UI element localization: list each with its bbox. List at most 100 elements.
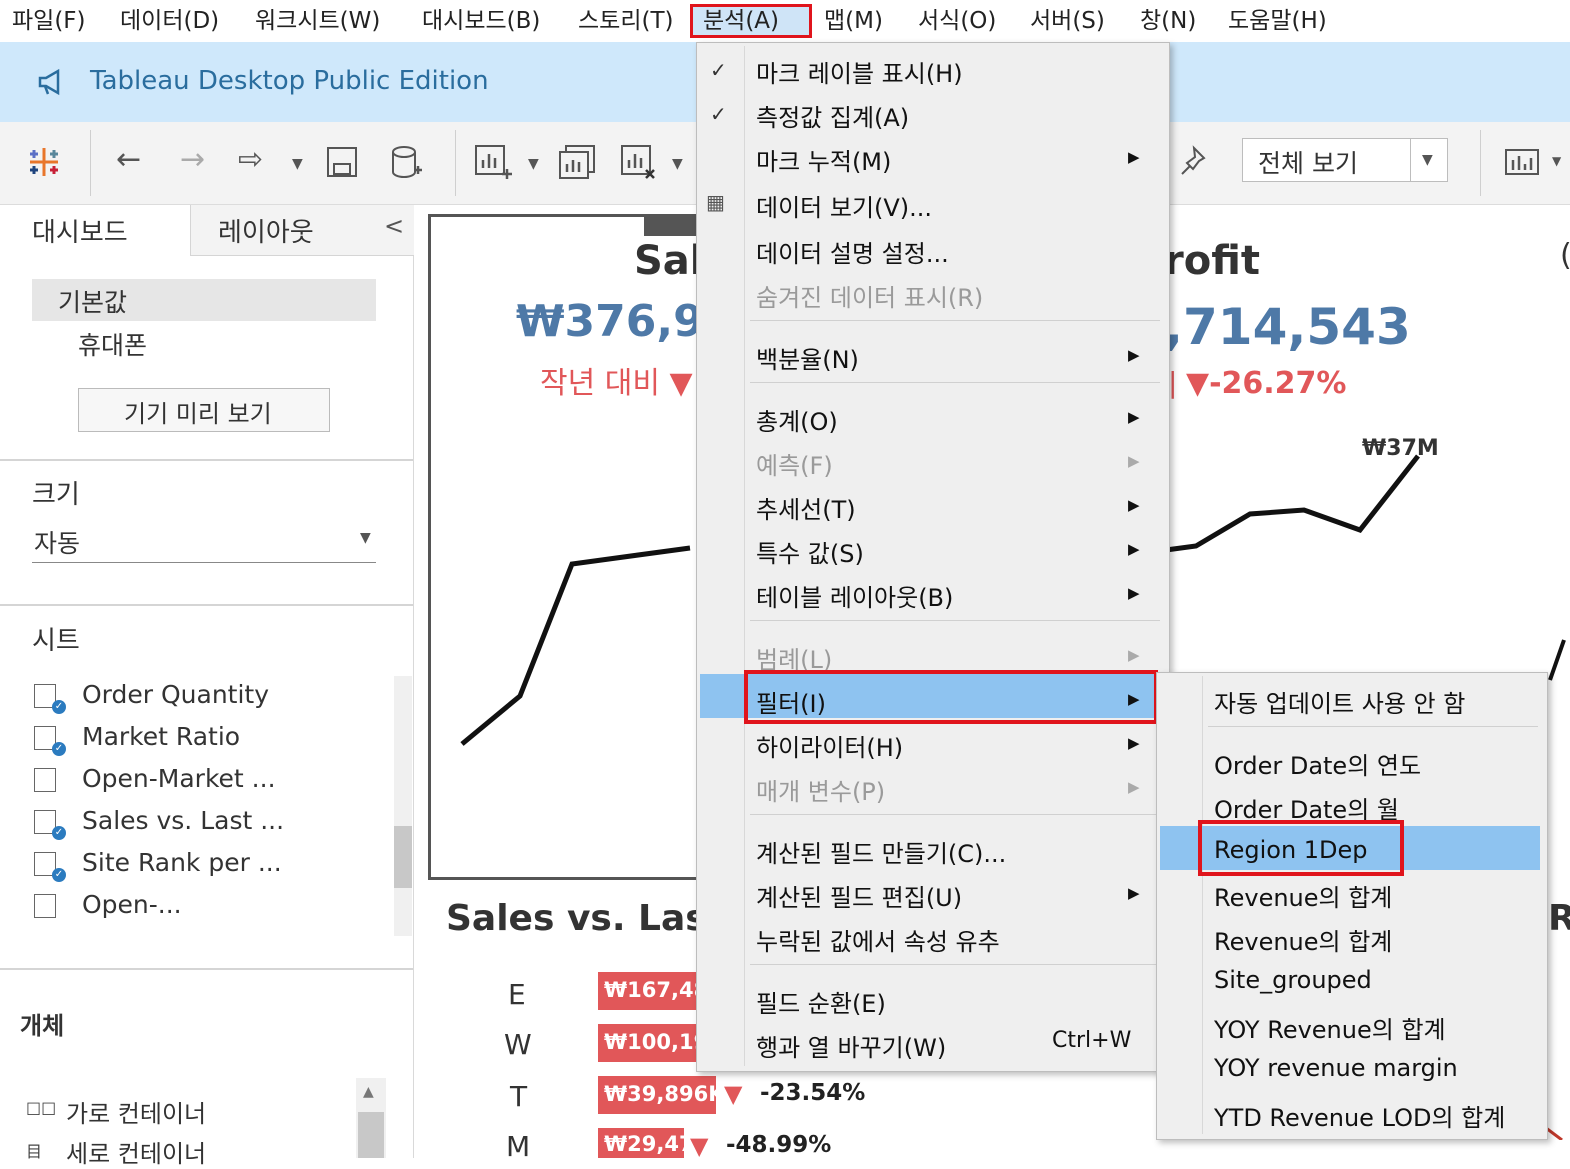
horizontal-container-icon: □□ [26, 1098, 57, 1117]
sales-trend-line [460, 545, 691, 746]
menu-item-parameters[interactable]: 매개 변수(P) [756, 772, 885, 807]
menu-item-cycle-fields[interactable]: 필드 순환(E) [756, 984, 886, 1019]
menu-item-swap-rows-columns[interactable]: 행과 열 바꾸기(W) [756, 1028, 946, 1063]
submenu-arrow-icon: ▶ [1128, 452, 1140, 470]
menu-story[interactable]: 스토리(T) [578, 4, 673, 38]
edge-line [1545, 1126, 1563, 1140]
filter-item-revenue-sum-2[interactable]: Revenue의 합계 [1214, 922, 1392, 957]
filter-item-yoy-revenue-sum[interactable]: YOY Revenue의 합계 [1214, 1010, 1446, 1045]
size-select-underline [32, 562, 376, 563]
bottom-right-title: R [1548, 898, 1570, 939]
sheet-icon [34, 768, 56, 792]
menu-worksheet[interactable]: 워크시트(W) [255, 4, 380, 38]
menu-format[interactable]: 서식(O) [918, 4, 996, 38]
shortcut-ctrl-w: Ctrl+W [1052, 1028, 1132, 1053]
submenu-arrow-icon: ▶ [1128, 408, 1140, 426]
bar-pct: -48.99% [726, 1132, 832, 1158]
chevron-down-icon[interactable]: ▼ [672, 144, 683, 184]
chevron-down-icon[interactable]: ▼ [1552, 154, 1561, 168]
menu-help[interactable]: 도움말(H) [1228, 4, 1327, 38]
menu-item-show-mark-labels[interactable]: 마크 레이블 표시(H) [756, 54, 963, 89]
bar-value: ₩100,19 [604, 1030, 709, 1054]
menu-server[interactable]: 서버(S) [1030, 4, 1105, 38]
menu-item-highlighters[interactable]: 하이라이터(H) [756, 728, 903, 763]
menu-analysis[interactable]: 분석(A) [690, 4, 812, 38]
object-vertical-container[interactable]: 세로 컨테이너 [66, 1134, 206, 1169]
sheets-scrollbar-thumb[interactable] [394, 826, 412, 888]
chevron-down-icon[interactable]: ▼ [1422, 152, 1433, 168]
menu-item-aggregate-measures[interactable]: 측정값 집계(A) [756, 98, 909, 133]
filter-item-order-date-year[interactable]: Order Date의 연도 [1214, 746, 1421, 781]
menu-gutter-line [1202, 676, 1203, 1134]
check-badge-icon: ✓ [52, 868, 66, 882]
submenu-arrow-icon: ▶ [1128, 778, 1140, 796]
menu-map[interactable]: 맵(M) [824, 4, 883, 38]
sheet-item-market-ratio[interactable]: Market Ratio [82, 722, 240, 751]
filter-item-site-grouped[interactable]: Site_grouped [1214, 966, 1372, 994]
collapse-panel-icon[interactable]: < [384, 212, 404, 240]
sheet-item-order-quantity[interactable]: Order Quantity [82, 680, 269, 709]
duplicate-sheet-icon[interactable] [558, 144, 598, 182]
region-highlight-box [1198, 820, 1404, 876]
menu-item-special-values[interactable]: 특수 값(S) [756, 534, 864, 569]
chevron-down-icon[interactable]: ▼ [528, 144, 539, 184]
check-badge-icon: ✓ [52, 700, 66, 714]
sheet-item-open[interactable]: Open-... [82, 890, 182, 919]
sheet-item-sales-vs-last[interactable]: Sales vs. Last ... [82, 806, 284, 835]
menu-dashboard[interactable]: 대시보드(B) [422, 4, 540, 38]
check-badge-icon: ✓ [52, 826, 66, 840]
pin-icon[interactable] [1176, 144, 1210, 180]
chevron-down-icon[interactable]: ▼ [360, 530, 371, 546]
menu-item-infer-properties[interactable]: 누락된 값에서 속성 유추 [756, 922, 1000, 957]
show-me-icon[interactable] [1504, 146, 1540, 178]
scroll-up-icon[interactable]: ▲ [363, 1084, 374, 1100]
menu-item-edit-calculated-field[interactable]: 계산된 필드 편집(U) [756, 878, 962, 913]
menu-item-percentage[interactable]: 백분율(N) [756, 340, 859, 375]
size-select[interactable]: 자동 [34, 524, 80, 560]
menu-item-totals[interactable]: 총계(O) [756, 402, 838, 437]
profit-value: ,714,543 [1164, 298, 1411, 356]
menu-item-stack-marks[interactable]: 마크 누적(M) [756, 142, 891, 177]
new-data-source-icon[interactable] [390, 144, 424, 182]
menu-item-forecast[interactable]: 예측(F) [756, 446, 833, 481]
forward-arrow-icon[interactable]: → [180, 140, 205, 180]
clear-sheet-icon[interactable] [620, 144, 660, 182]
megaphone-icon[interactable] [36, 66, 68, 98]
menu-window[interactable]: 창(N) [1140, 4, 1196, 38]
filter-item-revenue-sum[interactable]: Revenue의 합계 [1214, 878, 1392, 913]
filter-item-yoy-revenue-margin[interactable]: YOY revenue margin [1214, 1054, 1458, 1082]
app-title: Tableau Desktop Public Edition [90, 66, 489, 96]
tableau-logo-icon[interactable] [24, 142, 64, 182]
drag-handle[interactable] [644, 214, 696, 236]
menu-item-reveal-hidden-data[interactable]: 숨겨진 데이터 표시(R) [756, 278, 983, 313]
object-horizontal-container[interactable]: 가로 컨테이너 [66, 1094, 206, 1129]
chevron-down-icon[interactable]: ▼ [292, 144, 303, 184]
right-edge-char: ( [1560, 238, 1570, 273]
profit-title: rofit [1164, 238, 1260, 284]
filter-item-ytd-revenue-lod[interactable]: YTD Revenue LOD의 합계 [1214, 1098, 1505, 1133]
menu-file[interactable]: 파일(F) [12, 4, 86, 38]
sheets-header: 시트 [32, 626, 80, 656]
menu-data[interactable]: 데이터(D) [120, 4, 219, 38]
profit-yoy: ▼-26.27% [1186, 366, 1347, 401]
menu-item-view-data[interactable]: 데이터 보기(V)... [756, 188, 932, 223]
sales-line-chart [460, 545, 691, 746]
menu-item-create-calculated-field[interactable]: 계산된 필드 만들기(C)... [756, 834, 1006, 869]
objects-scrollbar-thumb[interactable] [358, 1112, 384, 1158]
device-phone-item[interactable]: 휴대폰 [78, 326, 147, 362]
redo-loop-icon[interactable]: ⇨ [238, 140, 263, 180]
filter-item-disable-auto-update[interactable]: 자동 업데이트 사용 안 함 [1214, 684, 1465, 719]
sheet-item-open-market[interactable]: Open-Market ... [82, 764, 276, 793]
device-preview-button-label: 기기 미리 보기 [124, 400, 272, 428]
menu-item-table-layout[interactable]: 테이블 레이아웃(B) [756, 578, 953, 613]
menu-separator [750, 320, 1160, 321]
submenu-arrow-icon: ▶ [1128, 884, 1140, 902]
back-arrow-icon[interactable]: ← [116, 140, 141, 180]
menu-item-data-description[interactable]: 데이터 설명 설정... [756, 234, 949, 269]
save-icon[interactable] [326, 146, 358, 178]
device-default-label: 기본값 [58, 288, 128, 317]
sheet-item-site-rank[interactable]: Site Rank per ... [82, 848, 282, 877]
menu-item-trend-lines[interactable]: 추세선(T) [756, 490, 856, 525]
new-worksheet-icon[interactable] [474, 144, 514, 182]
sheets-scrollbar[interactable] [394, 676, 412, 936]
